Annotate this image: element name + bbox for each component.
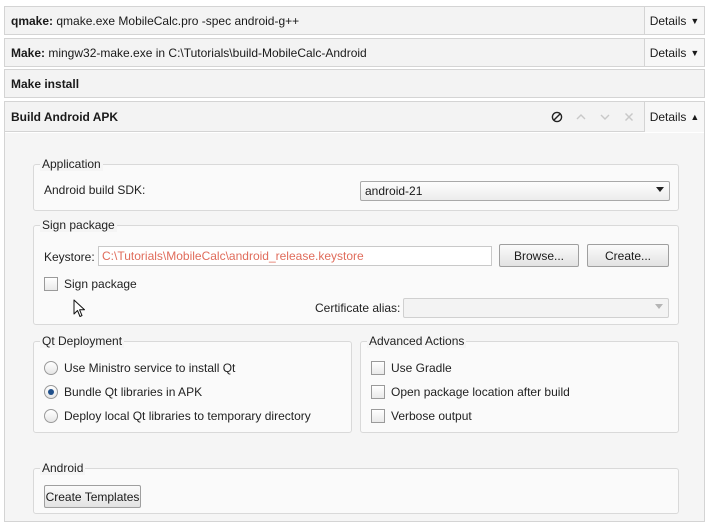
- sign-package-group: Sign package Keystore: C:\Tutorials\Mobi…: [33, 218, 679, 325]
- use-gradle-label: Use Gradle: [391, 361, 452, 375]
- android-group: Android Create Templates: [33, 461, 679, 514]
- apk-settings-panel: Application Android build SDK: android-2…: [5, 133, 704, 521]
- radio-deploy-local[interactable]: [44, 409, 58, 423]
- create-templates-button-label: Create Templates: [45, 489, 140, 504]
- step-build-android-apk: Build Android APK Details ▲ Application …: [4, 101, 705, 522]
- caret-down-icon: ▼: [690, 15, 700, 26]
- radio-bundle-qt[interactable]: [44, 385, 58, 399]
- step-make-name: Make:: [11, 45, 46, 60]
- browse-button[interactable]: Browse...: [499, 244, 579, 267]
- android-build-sdk-label: Android build SDK:: [44, 183, 146, 197]
- create-templates-button[interactable]: Create Templates: [44, 485, 141, 508]
- step-make-summary: Make: mingw32-make.exe in C:\Tutorials\b…: [5, 46, 644, 60]
- qt-deployment-group-title: Qt Deployment: [40, 334, 125, 348]
- sign-package-checkbox-label: Sign package: [64, 277, 137, 291]
- browse-button-label: Browse...: [513, 248, 564, 263]
- caret-down-icon: ▼: [690, 47, 700, 58]
- chevron-down-icon[interactable]: [598, 110, 612, 124]
- advanced-actions-group: Advanced Actions Use Gradle Open package…: [360, 334, 679, 433]
- radio-deploy-local-label: Deploy local Qt libraries to temporary d…: [64, 409, 311, 423]
- use-gradle-checkbox[interactable]: [371, 361, 385, 375]
- step-apk-title: Build Android APK: [11, 109, 119, 124]
- qt-deployment-group: Qt Deployment Use Ministro service to in…: [33, 334, 352, 433]
- step-qmake-summary: qmake: qmake.exe MobileCalc.pro -spec an…: [5, 14, 644, 28]
- chevron-up-icon[interactable]: [574, 110, 588, 124]
- sign-package-group-title: Sign package: [40, 218, 117, 232]
- application-group-title: Application: [40, 157, 103, 171]
- android-build-sdk-value: android-21: [365, 184, 423, 198]
- details-label: Details: [649, 13, 687, 28]
- open-package-location-label: Open package location after build: [391, 385, 570, 399]
- details-label: Details: [649, 45, 687, 60]
- keystore-label: Keystore:: [44, 250, 95, 264]
- details-button-make[interactable]: Details ▼: [644, 39, 704, 66]
- open-package-location-checkbox[interactable]: [371, 385, 385, 399]
- verbose-output-label: Verbose output: [391, 409, 472, 423]
- verbose-output-checkbox[interactable]: [371, 409, 385, 423]
- details-button-apk[interactable]: Details ▲: [644, 101, 704, 132]
- radio-ministro-label: Use Ministro service to install Qt: [64, 361, 236, 375]
- step-make-install-name: Make install: [11, 76, 80, 91]
- disable-icon[interactable]: [550, 110, 564, 124]
- step-make-install[interactable]: Make install: [4, 69, 705, 98]
- android-build-sdk-select[interactable]: android-21: [360, 181, 670, 201]
- step-qmake-command: qmake.exe MobileCalc.pro -spec android-g…: [53, 13, 300, 28]
- caret-up-icon: ▲: [690, 111, 700, 122]
- close-icon[interactable]: [622, 110, 636, 124]
- mouse-cursor-icon: [73, 299, 85, 317]
- radio-ministro[interactable]: [44, 361, 58, 375]
- details-button-qmake[interactable]: Details ▼: [644, 7, 704, 34]
- keystore-path-value: C:\Tutorials\MobileCalc\android_release.…: [102, 249, 364, 263]
- create-keystore-button-label: Create...: [604, 248, 652, 263]
- keystore-path-field[interactable]: C:\Tutorials\MobileCalc\android_release.…: [98, 246, 492, 266]
- step-make[interactable]: Make: mingw32-make.exe in C:\Tutorials\b…: [4, 38, 705, 67]
- advanced-actions-group-title: Advanced Actions: [367, 334, 467, 348]
- create-keystore-button[interactable]: Create...: [587, 244, 669, 267]
- step-qmake[interactable]: qmake: qmake.exe MobileCalc.pro -spec an…: [4, 6, 705, 35]
- sign-package-checkbox[interactable]: [44, 277, 58, 291]
- radio-bundle-qt-label: Bundle Qt libraries in APK: [64, 385, 203, 399]
- dropdown-arrow-icon: [655, 304, 663, 309]
- step-make-install-summary: Make install: [5, 77, 704, 91]
- step-toolbar: [550, 110, 644, 124]
- application-group: Application Android build SDK: android-2…: [33, 157, 679, 211]
- details-label: Details: [649, 109, 687, 124]
- step-qmake-name: qmake:: [11, 13, 54, 28]
- step-make-command: mingw32-make.exe in C:\Tutorials\build-M…: [45, 45, 367, 60]
- android-group-title: Android: [40, 461, 86, 475]
- certificate-alias-label: Certificate alias:: [315, 301, 401, 315]
- step-apk-header: Build Android APK Details ▲: [5, 101, 704, 132]
- certificate-alias-select[interactable]: [403, 298, 669, 318]
- dropdown-arrow-icon: [656, 187, 664, 192]
